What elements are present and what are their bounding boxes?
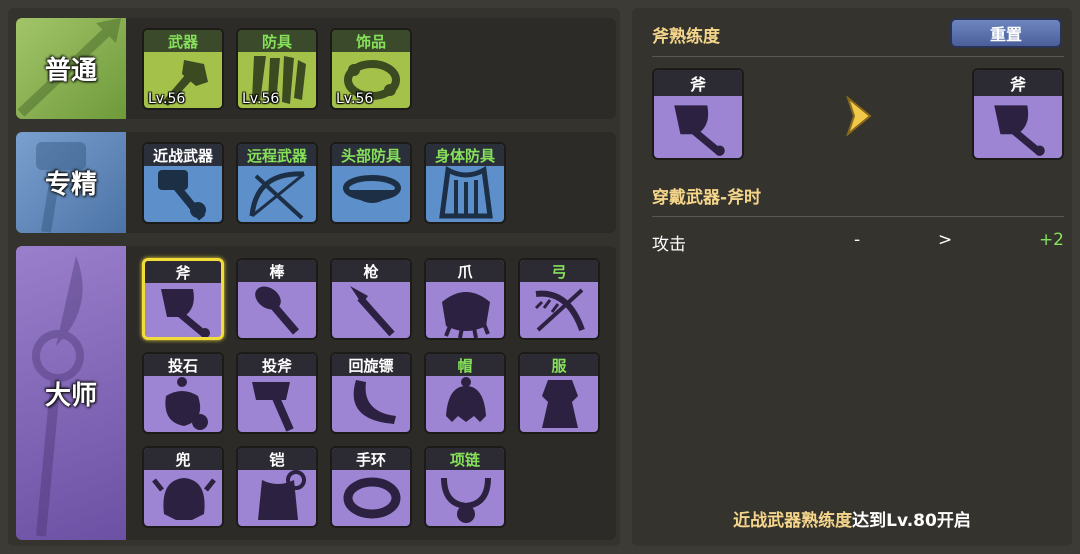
- next-mastery-card: 斧: [972, 68, 1064, 160]
- section-specialty-label: 专精: [16, 132, 126, 233]
- mastery-card-melee-weapon[interactable]: 近战武器: [142, 142, 224, 224]
- ranged-weapon-icon: [249, 171, 305, 220]
- mastery-card-armor[interactable]: 防具 Lv.56: [236, 28, 318, 110]
- stat-row-attack: 攻击 - > +2: [652, 230, 1064, 255]
- card-title: 帽: [426, 354, 504, 376]
- card-title: 棒: [238, 260, 316, 282]
- mastery-card-clothes[interactable]: 服: [518, 352, 600, 434]
- mail-armor-icon: [258, 470, 306, 520]
- card-title: 武器: [144, 30, 222, 52]
- stat-name: 攻击: [652, 235, 686, 255]
- card-level: Lv.56: [242, 91, 280, 107]
- axe-icon: [994, 105, 1045, 156]
- section-normal: 普通 武器 Lv.56 防具 Lv.56 饰品 Lv.56: [16, 18, 616, 119]
- mastery-card-hat[interactable]: 帽: [424, 352, 506, 434]
- card-title: 手环: [332, 448, 410, 470]
- detail-title: 斧熟练度: [652, 27, 720, 47]
- mastery-card-claw[interactable]: 爪: [424, 258, 506, 340]
- card-title: 远程武器: [238, 144, 316, 166]
- stat-from-value: -: [854, 230, 861, 250]
- section-specialty-title: 专精: [44, 170, 97, 200]
- section-specialty: 专精 近战武器 远程武器 头部防具 身体防具: [16, 132, 616, 233]
- arrow-right-icon: [846, 96, 872, 136]
- divider: [652, 216, 1064, 217]
- melee-weapon-icon: [158, 170, 206, 221]
- boomerang-icon: [353, 380, 396, 424]
- mastery-card-bracelet[interactable]: 手环: [330, 446, 412, 528]
- card-title: 项链: [426, 448, 504, 470]
- card-title: 斧: [654, 70, 742, 96]
- axe-icon: [161, 289, 210, 337]
- unlock-requirement: 近战武器熟练度达到Lv.80开启: [632, 506, 1072, 531]
- mastery-card-weapon[interactable]: 武器 Lv.56: [142, 28, 224, 110]
- hat-icon: [446, 377, 486, 422]
- bow-icon: [534, 288, 585, 332]
- unlock-highlight: 近战武器熟练度: [733, 511, 853, 531]
- card-title: 枪: [332, 260, 410, 282]
- card-title: 身体防具: [426, 144, 504, 166]
- mastery-card-throwing-axe[interactable]: 投斧: [236, 352, 318, 434]
- mastery-card-necklace[interactable]: 项链: [424, 446, 506, 528]
- card-title: 兜: [144, 448, 222, 470]
- mastery-card-axe[interactable]: 斧: [142, 258, 224, 340]
- axe-icon: [674, 105, 725, 156]
- head-armor-icon: [343, 175, 401, 203]
- card-title: 服: [520, 354, 598, 376]
- section-master-title: 大师: [44, 380, 97, 411]
- category-panel: 普通 武器 Lv.56 防具 Lv.56 饰品 Lv.56 专精 近战武器 远程…: [8, 8, 620, 546]
- mastery-card-boomerang[interactable]: 回旋镖: [330, 352, 412, 434]
- mastery-card-ranged-weapon[interactable]: 远程武器: [236, 142, 318, 224]
- unlock-rest: 达到Lv.80开启: [852, 511, 971, 531]
- section-master-label: 大师: [16, 246, 126, 540]
- card-level: Lv.56: [336, 91, 374, 107]
- body-armor-icon: [439, 166, 493, 219]
- mastery-card-mail-armor[interactable]: 铠: [236, 446, 318, 528]
- card-title: 投石: [144, 354, 222, 376]
- card-title: 斧: [145, 261, 221, 283]
- helmet-icon: [152, 478, 216, 520]
- mastery-card-accessory[interactable]: 饰品 Lv.56: [330, 28, 412, 110]
- card-title: 回旋镖: [332, 354, 410, 376]
- card-title: 斧: [974, 70, 1062, 96]
- mastery-card-spear[interactable]: 枪: [330, 258, 412, 340]
- mastery-card-helmet[interactable]: 兜: [142, 446, 224, 528]
- detail-panel: 斧熟练度 重置 斧 斧 穿戴武器-斧时 攻击 - > +2 近战武器熟练度达到L…: [632, 8, 1072, 546]
- card-title: 弓: [520, 260, 598, 282]
- stat-to-value: +2: [1038, 230, 1064, 250]
- card-title: 头部防具: [332, 144, 410, 166]
- mastery-card-head-armor[interactable]: 头部防具: [330, 142, 412, 224]
- card-title: 饰品: [332, 30, 410, 52]
- card-title: 近战武器: [144, 144, 222, 166]
- mastery-card-sling-stone[interactable]: 投石: [142, 352, 224, 434]
- card-level: Lv.56: [148, 91, 186, 107]
- claw-icon: [442, 292, 490, 338]
- clothes-icon: [542, 380, 578, 428]
- card-title: 铠: [238, 448, 316, 470]
- mastery-screen: 普通 武器 Lv.56 防具 Lv.56 饰品 Lv.56 专精 近战武器 远程…: [0, 0, 1080, 554]
- club-icon: [255, 286, 300, 335]
- spear-icon: [350, 286, 395, 337]
- mastery-card-bow[interactable]: 弓: [518, 258, 600, 340]
- card-title: 防具: [238, 30, 316, 52]
- stat-separator: >: [938, 230, 953, 250]
- necklace-icon: [441, 477, 491, 523]
- current-mastery-card: 斧: [652, 68, 744, 160]
- card-title: 投斧: [238, 354, 316, 376]
- section-normal-title: 普通: [44, 56, 97, 86]
- card-title: 爪: [426, 260, 504, 282]
- section-master: 大师 斧 棒 枪 爪 弓 投石 投斧 回旋镖 帽 服 兜 铠 手环 项链: [16, 246, 616, 540]
- section-normal-label: 普通: [16, 18, 126, 119]
- bracelet-icon: [343, 477, 401, 519]
- mastery-card-club[interactable]: 棒: [236, 258, 318, 340]
- reset-button[interactable]: 重置: [950, 18, 1062, 48]
- sling-stone-icon: [165, 377, 208, 430]
- throwing-axe-icon: [252, 382, 294, 432]
- condition-subtitle: 穿戴武器-斧时: [652, 188, 762, 208]
- mastery-card-body-armor[interactable]: 身体防具: [424, 142, 506, 224]
- divider: [652, 56, 1064, 57]
